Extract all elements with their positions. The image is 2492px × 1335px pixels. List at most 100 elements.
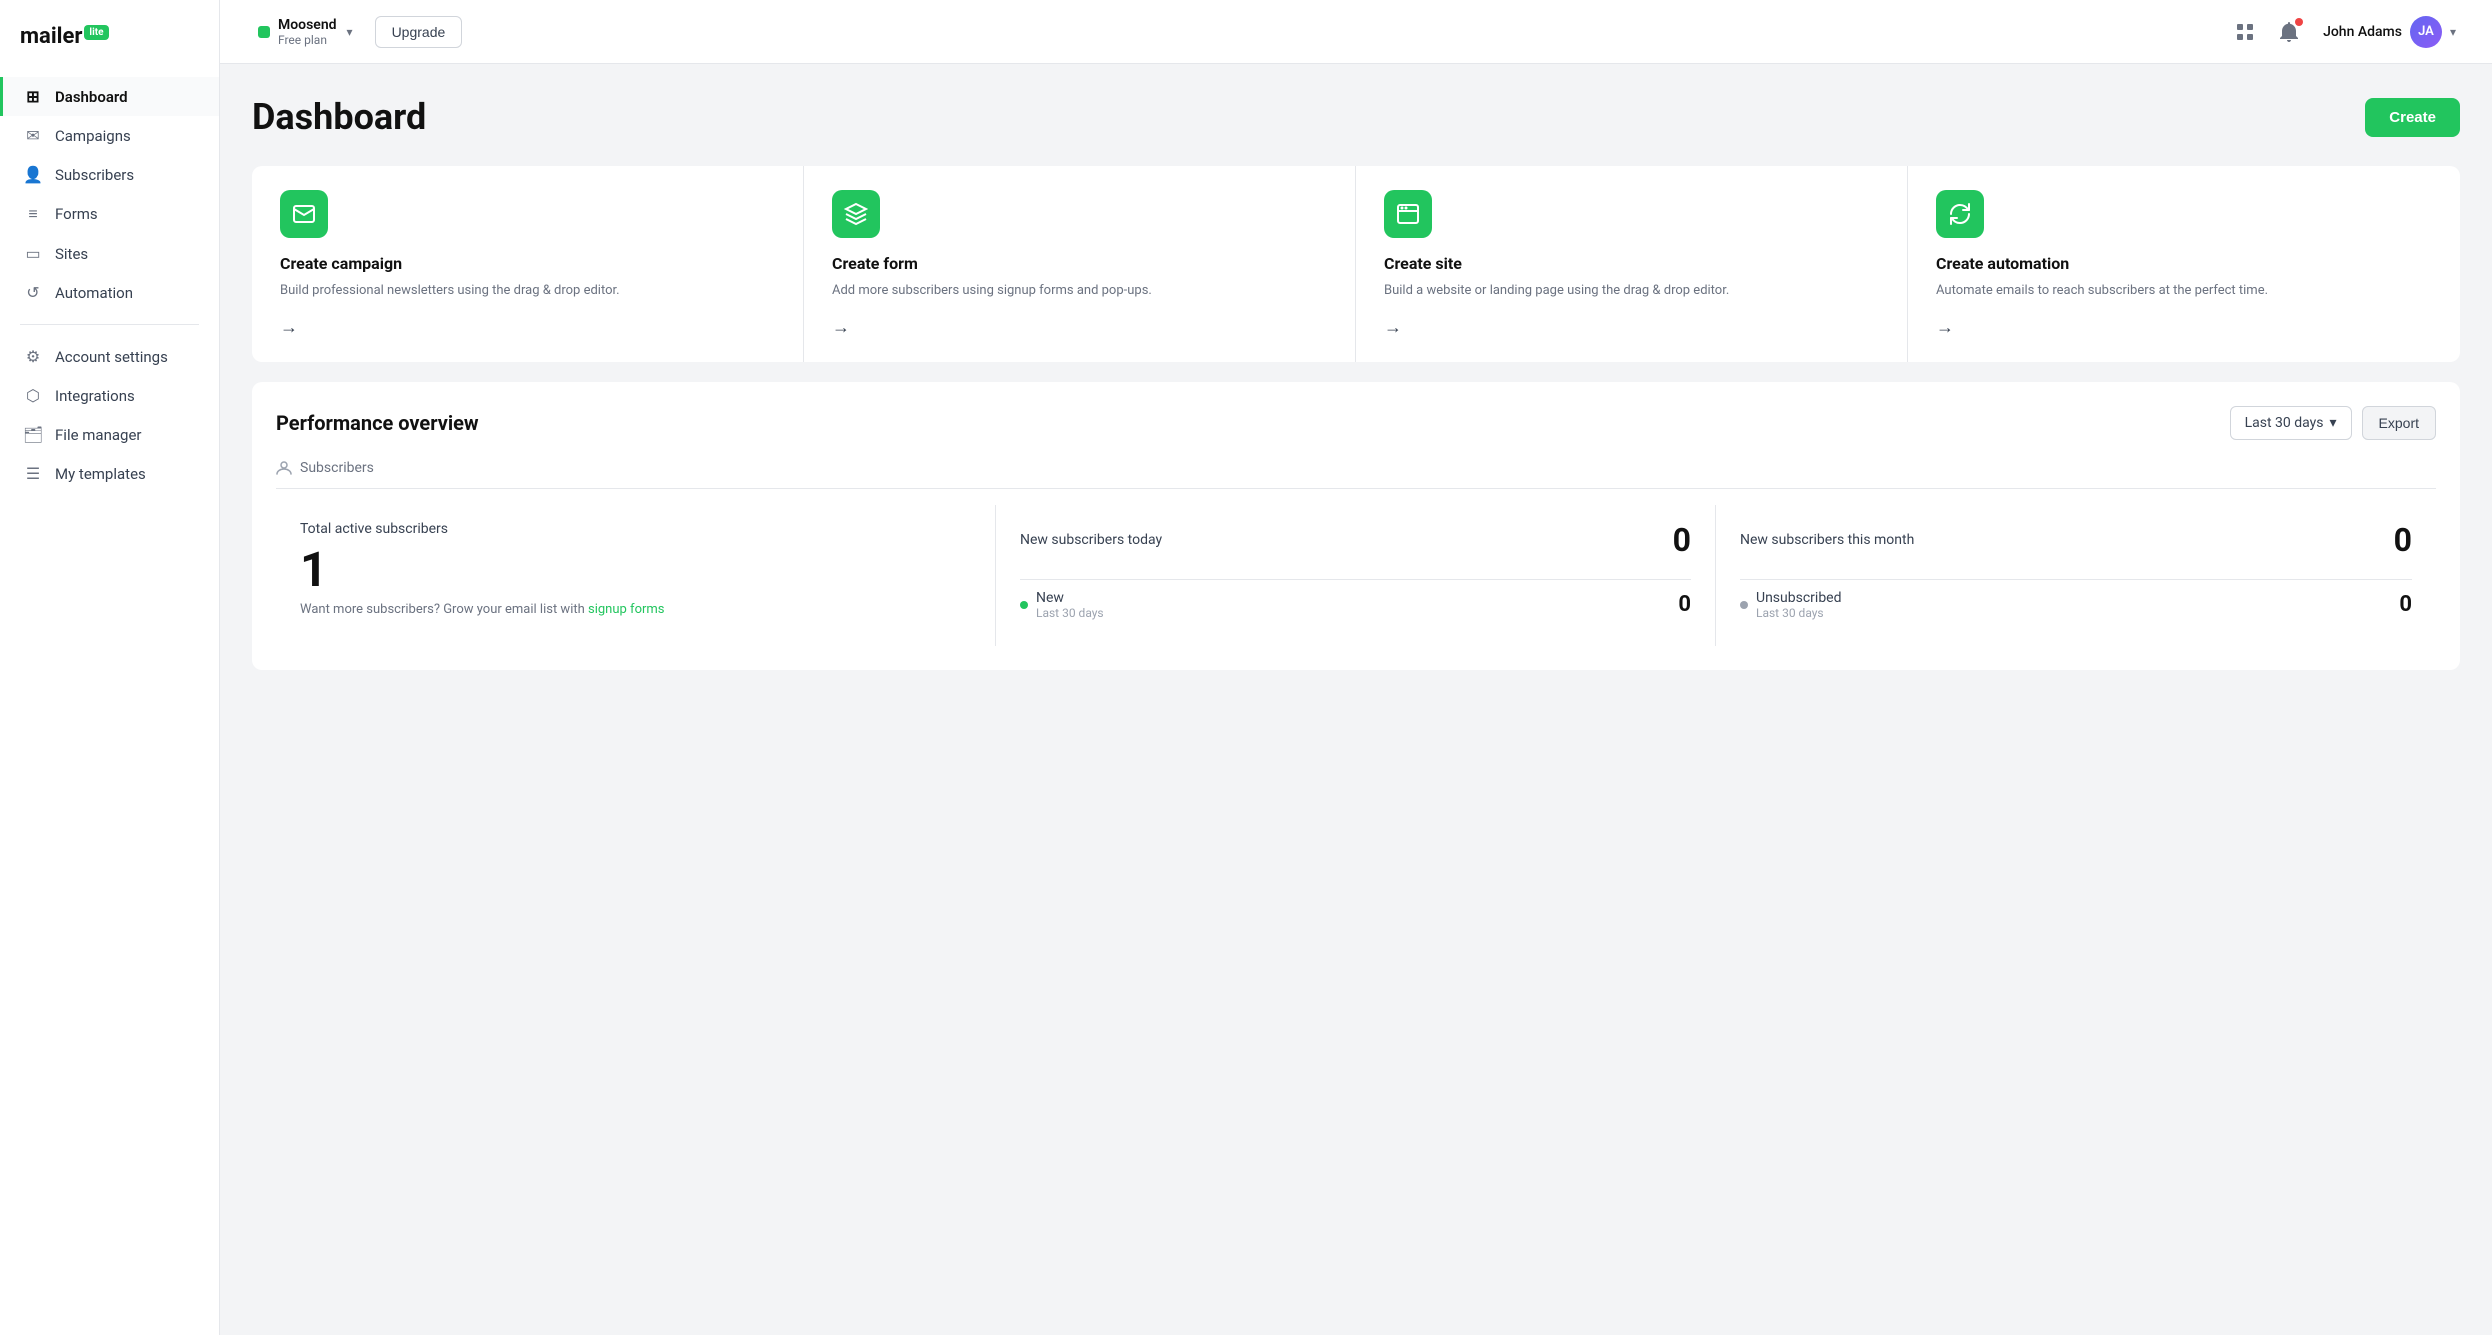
sidebar-item-my-templates[interactable]: ☰ My templates	[0, 454, 219, 493]
action-title: Create automation	[1936, 254, 2432, 273]
sidebar-item-forms[interactable]: ≡ Forms	[0, 194, 219, 234]
workspace-selector[interactable]: Moosend Free plan ▾	[248, 11, 363, 53]
quick-action-create-form[interactable]: Create form Add more subscribers using s…	[804, 166, 1356, 362]
create-button[interactable]: Create	[2365, 98, 2460, 137]
grid-icon-button[interactable]	[2227, 14, 2263, 50]
action-title: Create campaign	[280, 254, 775, 273]
page-header: Dashboard Create	[252, 96, 2460, 138]
new-today-label: New subscribers today	[1020, 532, 1162, 548]
action-arrow-icon: →	[1384, 317, 1879, 338]
sidebar-item-label: Account settings	[55, 348, 168, 366]
sidebar-item-label: My templates	[55, 465, 146, 483]
period-label: Last 30 days	[2245, 415, 2324, 431]
signup-forms-link[interactable]: signup forms	[588, 602, 665, 617]
sidebar-item-sites[interactable]: ▭ Sites	[0, 234, 219, 273]
section-subscribers-label: Subscribers	[276, 460, 2436, 489]
upgrade-button[interactable]: Upgrade	[375, 16, 463, 48]
account-settings-icon: ⚙	[23, 347, 43, 366]
sub-stat-unsubscribed: Unsubscribed Last 30 days 0	[1740, 579, 2412, 630]
sidebar-item-label: Campaigns	[55, 127, 131, 145]
unsubscribed-dot-icon	[1740, 601, 1748, 609]
sidebar-item-subscribers[interactable]: 👤 Subscribers	[0, 155, 219, 194]
action-title: Create site	[1384, 254, 1879, 273]
sub-stat-unsub-sub: Last 30 days	[1756, 606, 1842, 620]
action-desc: Automate emails to reach subscribers at …	[1936, 281, 2432, 301]
sidebar-item-account-settings[interactable]: ⚙ Account settings	[0, 337, 219, 376]
user-menu[interactable]: John Adams JA ▾	[2315, 12, 2464, 52]
action-desc: Build professional newsletters using the…	[280, 281, 775, 301]
total-subscribers-label: Total active subscribers	[300, 521, 971, 537]
workspace-plan: Free plan	[278, 33, 337, 47]
action-arrow-icon: →	[1936, 317, 2432, 338]
sub-stat-new-left: New Last 30 days	[1020, 590, 1104, 620]
sidebar-item-label: Automation	[55, 284, 133, 302]
sidebar-item-file-manager[interactable]: 🗂 File manager	[0, 415, 219, 454]
sidebar-item-dashboard[interactable]: ⊞ Dashboard	[0, 77, 219, 116]
total-subscribers-value: 1	[300, 541, 971, 598]
sidebar-item-integrations[interactable]: ⬡ Integrations	[0, 376, 219, 415]
sub-stat-new: New Last 30 days 0	[1020, 579, 1691, 630]
stat-new-month: New subscribers this month 0 Unsubscribe…	[1716, 505, 2436, 646]
page-content: Dashboard Create Create campaign Build p…	[220, 64, 2492, 1335]
nav-divider	[20, 324, 199, 325]
layers-icon	[844, 202, 868, 226]
user-chevron-icon: ▾	[2450, 25, 2456, 39]
logo: mailerlite	[0, 24, 219, 77]
user-avatar: JA	[2410, 16, 2442, 48]
new-month-value: 0	[2394, 521, 2412, 559]
topbar-icons: John Adams JA ▾	[2227, 12, 2464, 52]
automation-icon-box	[1936, 190, 1984, 238]
performance-controls: Last 30 days ▾ Export	[2230, 406, 2436, 440]
sidebar: mailerlite ⊞ Dashboard ✉ Campaigns 👤 Sub…	[0, 0, 220, 1335]
sub-stat-new-value: 0	[1678, 592, 1691, 617]
notification-badge	[2295, 18, 2303, 26]
sub-stat-unsub-label: Unsubscribed	[1756, 590, 1842, 606]
action-arrow-icon: →	[280, 317, 775, 338]
sidebar-item-label: File manager	[55, 426, 141, 444]
workspace-name: Moosend	[278, 17, 337, 33]
export-button[interactable]: Export	[2362, 406, 2436, 440]
sub-stat-new-info: New Last 30 days	[1036, 590, 1104, 620]
sub-stat-new-sub: Last 30 days	[1036, 606, 1104, 620]
stats-grid: Total active subscribers 1 Want more sub…	[276, 505, 2436, 646]
dashboard-icon: ⊞	[23, 87, 43, 106]
quick-actions-grid: Create campaign Build professional newsl…	[252, 166, 2460, 362]
sites-icon: ▭	[23, 244, 43, 263]
sidebar-item-automation[interactable]: ↺ Automation	[0, 273, 219, 312]
performance-title: Performance overview	[276, 411, 479, 435]
logo-badge: lite	[84, 25, 108, 40]
workspace-status-dot	[258, 26, 270, 38]
period-select[interactable]: Last 30 days ▾	[2230, 406, 2352, 440]
sidebar-item-label: Dashboard	[55, 88, 128, 106]
action-desc: Build a website or landing page using th…	[1384, 281, 1879, 301]
stat-new-today: New subscribers today 0 New Last 30 days…	[996, 505, 1716, 646]
forms-icon: ≡	[23, 204, 43, 224]
subscribers-section-icon	[276, 460, 292, 476]
my-templates-icon: ☰	[23, 464, 43, 483]
site-icon-box	[1384, 190, 1432, 238]
quick-action-create-automation[interactable]: Create automation Automate emails to rea…	[1908, 166, 2460, 362]
new-today-value: 0	[1673, 521, 1691, 559]
workspace-chevron-icon: ▾	[347, 25, 353, 39]
section-label-text: Subscribers	[300, 460, 374, 476]
grid-icon	[2236, 23, 2254, 41]
integrations-icon: ⬡	[23, 386, 43, 405]
browser-icon	[1396, 202, 1420, 226]
sub-stat-unsub-info: Unsubscribed Last 30 days	[1756, 590, 1842, 620]
subscribers-hint: Want more subscribers? Grow your email l…	[300, 602, 971, 617]
sidebar-item-campaigns[interactable]: ✉ Campaigns	[0, 116, 219, 155]
main-content: Moosend Free plan ▾ Upgrade	[220, 0, 2492, 1335]
sidebar-item-label: Integrations	[55, 387, 135, 405]
quick-action-create-site[interactable]: Create site Build a website or landing p…	[1356, 166, 1908, 362]
logo-text: mailerlite	[20, 24, 109, 49]
sub-stat-unsub-value: 0	[2399, 592, 2412, 617]
envelope-icon	[292, 202, 316, 226]
stat-total-subscribers: Total active subscribers 1 Want more sub…	[276, 505, 996, 646]
file-manager-icon: 🗂	[23, 425, 43, 444]
performance-header: Performance overview Last 30 days ▾ Expo…	[276, 406, 2436, 440]
topbar: Moosend Free plan ▾ Upgrade	[220, 0, 2492, 64]
quick-action-create-campaign[interactable]: Create campaign Build professional newsl…	[252, 166, 804, 362]
notifications-button[interactable]	[2271, 14, 2307, 50]
action-arrow-icon: →	[832, 317, 1327, 338]
new-dot-icon	[1020, 601, 1028, 609]
